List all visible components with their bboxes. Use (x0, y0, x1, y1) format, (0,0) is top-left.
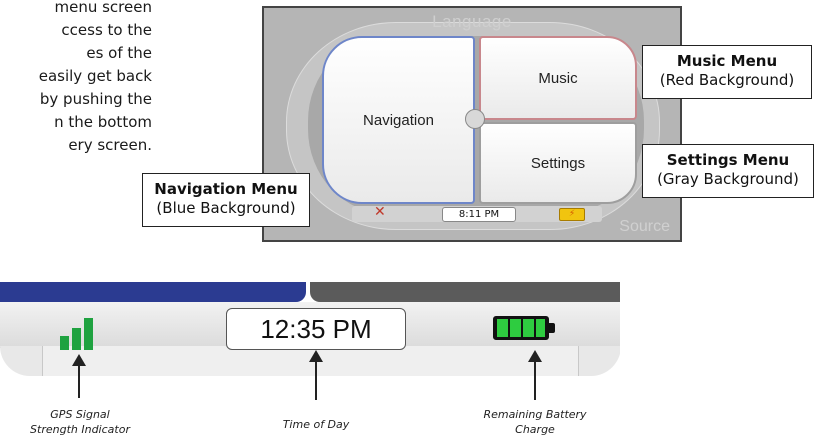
navigation-button-label: Navigation (363, 111, 434, 129)
arrow-up-icon (309, 350, 323, 400)
callout-subtitle: (Red Background) (659, 71, 795, 89)
settings-button-label: Settings (530, 154, 586, 172)
callout-subtitle: (Blue Background) (156, 199, 296, 217)
settings-menu-callout: Settings Menu (Gray Background) (642, 144, 814, 198)
time-caption: Time of Day (256, 417, 376, 432)
intro-line: by pushing the (39, 90, 152, 108)
mini-clock: 8:11 PM (442, 207, 516, 222)
callout-title: Settings Menu (666, 151, 790, 169)
mini-status-bar: ✕ 8:11 PM ⚡ (352, 204, 602, 222)
intro-line: n the bottom (54, 113, 152, 131)
intro-line: ccess to the (61, 21, 152, 39)
gps-signal-icon (60, 316, 100, 350)
status-bar-zoom: 12:35 PM (0, 282, 620, 382)
callout-subtitle: (Gray Background) (657, 170, 799, 188)
status-bar-left-wing (0, 346, 43, 376)
callout-title: Navigation Menu (154, 180, 298, 198)
source-label[interactable]: Source (619, 218, 670, 236)
caption-line: Charge (515, 423, 555, 436)
battery-caption: Remaining Battery Charge (470, 407, 600, 437)
caption-line: GPS Signal (50, 408, 110, 421)
music-menu-callout: Music Menu (Red Background) (642, 45, 812, 99)
navigation-color-strip (0, 282, 306, 302)
caption-line: Remaining Battery (483, 408, 587, 421)
gps-caption: GPS Signal Strength Indicator (18, 407, 142, 437)
gps-off-icon: ✕ (374, 204, 386, 220)
caption-line: Time of Day (282, 418, 350, 431)
center-knob (465, 109, 485, 129)
battery-charging-icon: ⚡ (559, 208, 585, 221)
music-button-label: Music (538, 69, 578, 87)
status-bar-right-wing (578, 346, 620, 376)
caption-line: Strength Indicator (30, 423, 130, 436)
intro-line: es of the (86, 44, 152, 62)
music-button[interactable]: Music (479, 36, 637, 120)
battery-icon (493, 316, 555, 340)
language-label[interactable]: Language (264, 12, 680, 32)
navigation-menu-callout: Navigation Menu (Blue Background) (142, 173, 310, 227)
arrow-up-icon (72, 354, 86, 398)
time-of-day-display: 12:35 PM (226, 308, 406, 350)
navigation-button[interactable]: Navigation (322, 36, 475, 204)
intro-line: easily get back (38, 67, 152, 85)
arrow-up-icon (528, 350, 542, 400)
device-main-menu-screenshot: Language Source Navigation Music Setting… (262, 6, 682, 242)
intro-line: ery screen. (68, 136, 152, 154)
callout-title: Music Menu (676, 52, 778, 70)
settings-button[interactable]: Settings (479, 122, 637, 204)
intro-text: menu screen ccess to the es of the easil… (0, 0, 170, 180)
intro-line: menu screen (54, 0, 153, 16)
settings-color-strip (310, 282, 620, 302)
